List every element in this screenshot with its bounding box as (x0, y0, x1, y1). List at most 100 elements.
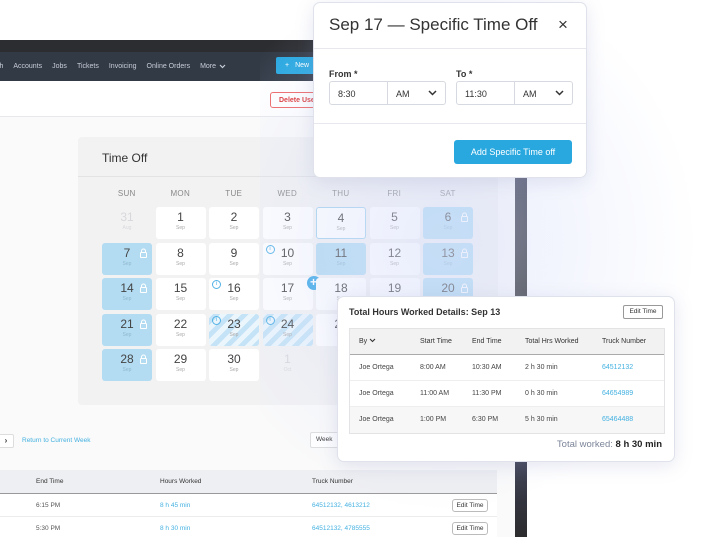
calendar-day[interactable]: 8 Sep (155, 242, 206, 275)
day-of-week-label: MON (170, 189, 191, 198)
calendar-day[interactable]: 2 Sep (209, 207, 259, 239)
calendar-day[interactable]: 17 Sep + (262, 276, 321, 310)
calendar-day[interactable]: 21 Sep (102, 313, 152, 346)
day-month: Sep (229, 296, 239, 302)
info-icon[interactable]: i (212, 280, 221, 289)
calendar-day[interactable]: 29 Sep (155, 349, 206, 381)
nav-item-jobs[interactable]: Jobs (52, 63, 67, 70)
calendar-day[interactable]: 13 Sep (423, 242, 473, 275)
calendar-day[interactable]: 16 Sep i (209, 278, 259, 310)
calendar-day[interactable]: 1 Sep (155, 207, 206, 239)
scrollbar[interactable] (515, 178, 527, 296)
day-month: Sep (229, 225, 239, 231)
calendar-day[interactable]: 9 Sep (209, 242, 259, 275)
nav-item-invoicing[interactable]: Invoicing (109, 63, 137, 70)
table-row: Joe Ortega 8:00 AM 10:30 AM 2 h 30 min 64512… (350, 355, 664, 381)
calendar-day[interactable]: 10 Sep i (262, 242, 313, 275)
day-number: 29 (173, 352, 188, 366)
col-end-time: End Time (472, 338, 502, 345)
day-of-week-label: THU (332, 189, 350, 198)
day-number: 12 (387, 245, 402, 260)
truck-number-link[interactable]: 64512132 (602, 364, 633, 371)
edit-time-button[interactable]: Edit Time (623, 305, 663, 319)
info-icon[interactable]: i (265, 244, 275, 254)
calendar-day: 31 Aug (102, 207, 152, 239)
day-number: 3 (284, 210, 291, 224)
table-row: Joe Ortega 1:00 PM 6:30 PM 5 h 30 min 654644… (350, 407, 664, 433)
calendar-day[interactable]: 7 Sep (102, 242, 152, 275)
day-number: 1 (177, 210, 184, 224)
day-month: Sep (229, 367, 239, 373)
calendar-day[interactable]: 5 Sep (369, 207, 420, 239)
lock-icon (460, 245, 469, 258)
edit-time-button[interactable]: Edit Time (452, 499, 488, 512)
total-hrs: 5 h 30 min (525, 416, 558, 423)
calendar-day[interactable]: 15 Sep (155, 278, 206, 310)
col-truck-number: Truck Number (602, 338, 647, 345)
nav-item-more[interactable]: More (200, 63, 226, 70)
hours-details-table: By Start Time End Time Total Hrs Worked … (349, 328, 665, 434)
divider (314, 123, 586, 124)
calendar-day[interactable]: 6 Sep (423, 207, 473, 239)
day-month: Sep (443, 225, 453, 231)
add-specific-time-off-button[interactable]: Add Specific Time off (454, 140, 572, 164)
calendar-day[interactable]: 28 Sep (102, 349, 152, 381)
day-month: Aug (122, 225, 132, 231)
from-ampm-select[interactable]: AM (388, 82, 445, 104)
return-to-current-week-link[interactable]: Return to Current Week (22, 437, 91, 444)
nav-more-label: More (200, 63, 217, 70)
week-view-button[interactable]: Week (310, 432, 340, 448)
start-time: 11:00 AM (420, 390, 450, 397)
hours-worked-link[interactable]: 8 h 30 min (160, 525, 190, 532)
truck-number-link[interactable]: 65464488 (602, 416, 633, 423)
calendar-day[interactable]: 12 Sep (369, 242, 420, 275)
day-of-week-label: WED (277, 189, 298, 198)
from-time-input[interactable]: 8:30 (330, 82, 388, 104)
calendar-day[interactable]: 11 Sep (316, 242, 366, 275)
to-ampm-select[interactable]: AM (515, 82, 572, 104)
hours-details-body: Joe Ortega 8:00 AM 10:30 AM 2 h 30 min 64512… (350, 355, 664, 433)
chevron-down-icon (428, 90, 437, 96)
day-of-week-label: TUE (225, 189, 243, 198)
lock-icon (460, 280, 469, 293)
truck-number-link[interactable]: 64512132, 4613212 (312, 502, 370, 509)
day-month: Sep (229, 331, 239, 338)
divider (314, 48, 586, 49)
day-number: 9 (230, 245, 238, 260)
table-row: Joe Ortega 11:00 AM 11:30 PM 0 h 30 min 6465… (350, 381, 664, 407)
hours-worked-link[interactable]: 8 h 45 min (160, 502, 190, 509)
calendar-day[interactable]: 3 Sep (262, 207, 313, 239)
nav-item-dispatch[interactable]: tch (0, 63, 3, 70)
day-of-week-label: FRI (387, 189, 402, 198)
edit-time-button[interactable]: Edit Time (452, 522, 488, 535)
from-label: From * (329, 69, 358, 79)
to-time-group: 11:30 AM (456, 81, 573, 105)
info-icon[interactable]: i (212, 315, 221, 325)
calendar-day[interactable]: 22 Sep (155, 313, 206, 346)
chevron-down-icon (369, 338, 376, 343)
day-number: 17 (280, 281, 295, 295)
next-week-button[interactable]: › (0, 434, 14, 448)
new-button-label: New (295, 62, 310, 69)
col-end-time: End Time (36, 478, 64, 485)
plus-icon: + (285, 62, 290, 69)
nav-item-accounts[interactable]: Accounts (13, 63, 42, 70)
nav-item-tickets[interactable]: Tickets (77, 63, 99, 70)
truck-number-link[interactable]: 64654989 (602, 390, 633, 397)
day-number: 18 (334, 281, 348, 295)
calendar-day[interactable]: 24 Sep i (262, 313, 313, 346)
calendar-day[interactable]: 23 Sep i (209, 313, 259, 346)
scrollbar[interactable] (515, 462, 527, 537)
day-number: 30 (227, 352, 241, 366)
day-number: 19 (387, 281, 402, 295)
to-time-input[interactable]: 11:30 (457, 82, 515, 104)
truck-number-link[interactable]: 64512132, 4785555 (312, 525, 370, 532)
calendar-day[interactable]: 14 Sep (102, 278, 152, 310)
info-icon[interactable]: i (265, 315, 275, 325)
calendar-day[interactable]: 30 Sep (209, 349, 259, 381)
nav-item-online-orders[interactable]: Online Orders (147, 63, 191, 70)
close-icon[interactable]: × (558, 15, 568, 35)
day-month: Sep (122, 260, 132, 267)
calendar-day[interactable]: 4 Sep (316, 207, 366, 239)
col-by[interactable]: By (359, 338, 376, 345)
